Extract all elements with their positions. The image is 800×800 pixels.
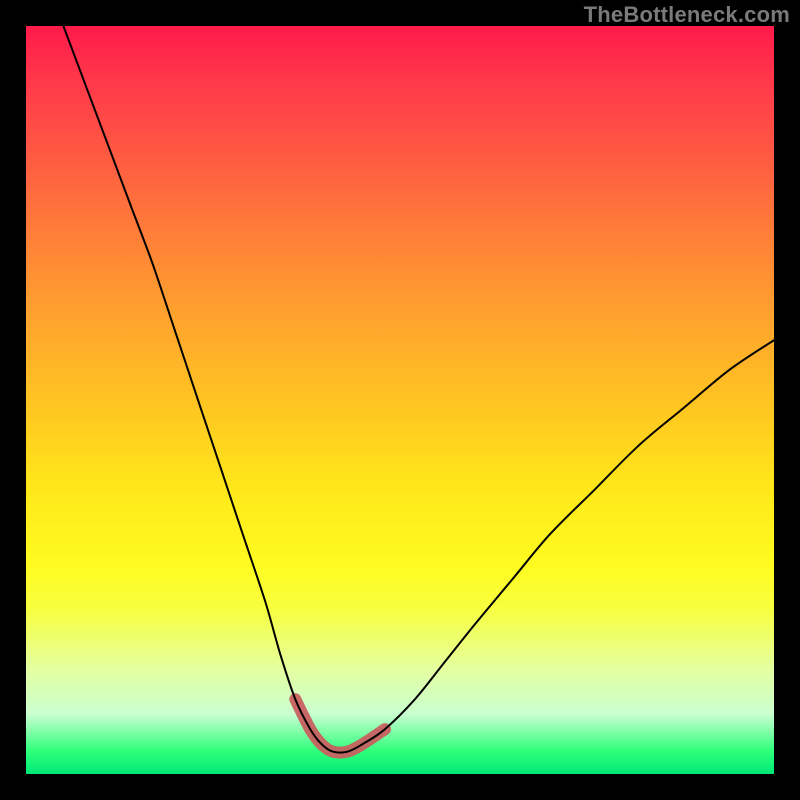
bottleneck-curve-line [63, 26, 774, 753]
chart-svg [26, 26, 774, 774]
watermark-text: TheBottleneck.com [584, 2, 790, 28]
chart-plot-area [26, 26, 774, 774]
